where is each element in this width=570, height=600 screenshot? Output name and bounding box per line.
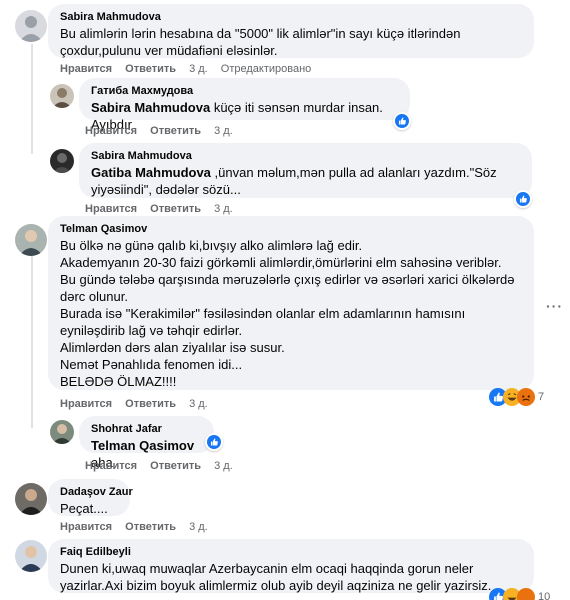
comment-text: Bu ölkə nə günə qalıb ki,bıvşıy alko ali… <box>60 238 515 389</box>
comment-actions: Нравится Ответить 3 д. <box>85 124 243 138</box>
angry-reaction-icon <box>517 388 535 406</box>
avatar[interactable] <box>50 84 74 108</box>
comment-author[interactable]: Sabira Mahmudova <box>60 10 522 25</box>
timestamp[interactable]: 3 д. <box>214 459 233 473</box>
comment-bubble: Telman Qasimov Bu ölkə nə günə qalıb ki,… <box>48 216 534 390</box>
comment-bubble: Faiq Edilbeyli Dunen ki,uwaq muwaqlar Az… <box>48 539 534 593</box>
timestamp[interactable]: 3 д. <box>189 397 208 411</box>
reply-button[interactable]: Ответить <box>150 202 201 216</box>
reaction-badge[interactable] <box>393 112 411 130</box>
timestamp[interactable]: 3 д. <box>214 202 233 216</box>
reaction-badge[interactable] <box>514 190 532 208</box>
comment-bubble: Sabira Mahmudova Gatiba Mahmudova ,ünvan… <box>79 143 532 198</box>
reaction-count: 10 <box>538 591 551 600</box>
like-button[interactable]: Нравится <box>85 459 137 473</box>
comment-text: Peçat.... <box>60 501 108 516</box>
comment-actions: Нравится Ответить 3 д. Отредактировано <box>60 62 321 76</box>
avatar[interactable] <box>15 224 47 256</box>
like-button[interactable]: Нравится <box>85 202 137 216</box>
edited-label: Отредактировано <box>220 63 312 75</box>
comment-actions: Нравится Ответить 3 д. <box>85 202 243 216</box>
reply-button[interactable]: Ответить <box>125 397 176 411</box>
comment-bubble: Dadaşov Zaur Peçat.... <box>48 479 133 516</box>
reply-button[interactable]: Ответить <box>150 124 201 138</box>
like-reaction-icon <box>395 114 409 128</box>
comment-text: Gatiba Mahmudova ,ünvan məlum,mən pulla … <box>91 164 520 198</box>
comment-text: Dunen ki,uwaq muwaqlar Azerbaycanin elm … <box>60 561 492 593</box>
like-button[interactable]: Нравится <box>85 124 137 138</box>
comment-author[interactable]: Sabira Mahmudova <box>91 149 520 164</box>
like-reaction-icon <box>207 435 221 449</box>
comment-author[interactable]: Dadaşov Zaur <box>60 485 133 500</box>
comment-author[interactable]: Faiq Edilbeyli <box>60 545 522 560</box>
comment-actions: Нравится Ответить 3 д. <box>85 459 243 473</box>
more-options-icon[interactable]: ··· <box>546 298 563 314</box>
avatar[interactable] <box>15 540 47 572</box>
comment-text: Bu alimlərin lərin hesabına da "5000" li… <box>60 26 461 58</box>
avatar[interactable] <box>15 10 47 42</box>
mention-link[interactable]: Gatiba Mahmudova <box>91 165 211 180</box>
reaction-summary[interactable]: 10 <box>489 588 550 600</box>
like-button[interactable]: Нравится <box>60 520 112 534</box>
reply-button[interactable]: Ответить <box>125 520 176 534</box>
comment-bubble: Sabira Mahmudova Bu alimlərin lərin hesa… <box>48 4 534 58</box>
reaction-count: 7 <box>538 391 545 403</box>
mention-link[interactable]: Telman Qasimov <box>91 438 194 453</box>
comment-bubble: Shohrat Jafar Telman Qasimov aha <box>79 416 214 470</box>
avatar[interactable] <box>50 149 74 173</box>
avatar[interactable] <box>15 483 47 515</box>
thread-line <box>31 256 33 428</box>
reaction-badge[interactable] <box>205 433 223 451</box>
reply-button[interactable]: Ответить <box>150 459 201 473</box>
comment-author[interactable]: Shohrat Jafar <box>91 422 202 437</box>
comment-author[interactable]: Telman Qasimov <box>60 222 522 237</box>
mention-link[interactable]: Sabira Mahmudova <box>91 100 210 115</box>
comment-author[interactable]: Гатиба Махмудова <box>91 84 398 99</box>
like-button[interactable]: Нравится <box>60 397 112 411</box>
thread-line <box>31 44 33 154</box>
timestamp[interactable]: 3 д. <box>214 124 233 138</box>
timestamp[interactable]: 3 д. <box>189 62 208 76</box>
avatar[interactable] <box>50 420 74 444</box>
reaction-summary[interactable]: 7 <box>489 388 544 406</box>
reply-button[interactable]: Ответить <box>125 62 176 76</box>
comment-actions: Нравится Ответить 3 д. <box>60 397 218 411</box>
like-reaction-icon <box>516 192 530 206</box>
angry-reaction-icon <box>517 588 535 600</box>
like-button[interactable]: Нравится <box>60 62 112 76</box>
timestamp[interactable]: 3 д. <box>189 520 208 534</box>
comment-actions: Нравится Ответить 3 д. <box>60 520 218 534</box>
comment-bubble: Гатиба Махмудова Sabira Mahmudova küçə i… <box>79 78 410 132</box>
